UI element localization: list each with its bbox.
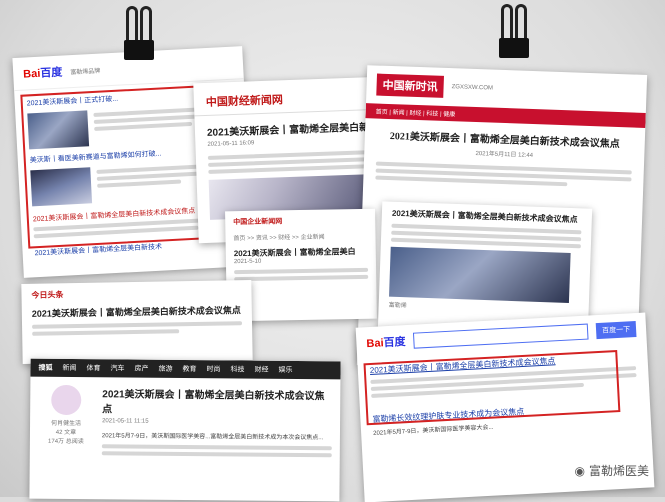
article-date: 2021-05-11 11:15 [102, 418, 149, 425]
site-logo: 中国财经新闻网 [205, 94, 284, 109]
baidu-logo: Bai百度 [366, 336, 406, 351]
author-stat: 174万 总阅读 [48, 438, 84, 446]
avatar [51, 384, 82, 416]
watermark: ◉ 富勒烯医美 [570, 460, 653, 481]
article-title: 2021美沃斯展会丨富勒烯全层美白新 [206, 122, 370, 139]
article-date: 2021-5-10 [233, 258, 262, 266]
article-photo [389, 246, 571, 303]
nav-item[interactable]: 科技 [230, 364, 244, 374]
site-logo: 中国新时讯 [376, 73, 444, 98]
breadcrumb[interactable]: 首页 >> 资讯 >> 财经 >> 企业新闻 [233, 231, 367, 243]
article-title: 2021美沃斯展会丨富勒烯全层美白新技术成会议焦点 [102, 389, 325, 416]
article-title: 2021美沃斯展会丨富勒烯全层美白新技术成会议焦点 [31, 305, 241, 319]
article-title: 2021美沃斯展会丨富勒烯全层美白 [233, 247, 356, 259]
search-button[interactable]: 百度一下 [595, 321, 637, 340]
nav-item[interactable]: 房产 [134, 364, 148, 374]
nav-item[interactable]: 汽车 [110, 363, 125, 373]
baidu-logo: Bai百度 [22, 66, 63, 81]
site-logo: 中国企业新闻网 [233, 218, 283, 227]
article-body: 2021年5月7-9日，美沃斯国际医学美容...富勒烯全层美白新技术成为本次会议… [101, 433, 324, 442]
highlight-box [363, 350, 621, 426]
wechat-icon: ◉ [574, 463, 585, 478]
article-title: 2021美沃斯展会丨富勒烯全层美白新技术成会议焦点 [391, 208, 578, 225]
nav-item[interactable]: 财经 [254, 365, 268, 375]
section-label: 富勒烯品牌 [70, 68, 101, 76]
binder-clip-left [122, 6, 156, 64]
site-logo: 搜狐 [38, 364, 53, 372]
nav-item[interactable]: 体育 [86, 363, 101, 373]
nav-item[interactable]: 时尚 [206, 364, 220, 374]
author-name: 何肖健生活 [51, 420, 82, 428]
nav-item[interactable]: 娱乐 [278, 365, 292, 375]
nav-item[interactable]: 新闻 [62, 363, 77, 373]
binder-clip-right [497, 4, 531, 62]
toutiao-sheet: 今日头条 2021美沃斯展会丨富勒烯全层美白新技术成会议焦点 [21, 279, 253, 365]
nav-item[interactable]: 教育 [182, 364, 196, 374]
site-url: ZGXSXW.COM [451, 84, 494, 92]
watermark-text: 富勒烯医美 [588, 464, 649, 478]
author-stat: 42 文章 [55, 429, 77, 437]
site-logo: 今日头条 [31, 290, 64, 300]
nav-item[interactable]: 旅游 [158, 364, 172, 374]
search-input[interactable] [413, 323, 589, 349]
sohu-sheet: 搜狐 新闻 体育 汽车 房产 旅游 教育 时尚 科技 财经 娱乐 何肖健生活 4… [29, 358, 341, 502]
